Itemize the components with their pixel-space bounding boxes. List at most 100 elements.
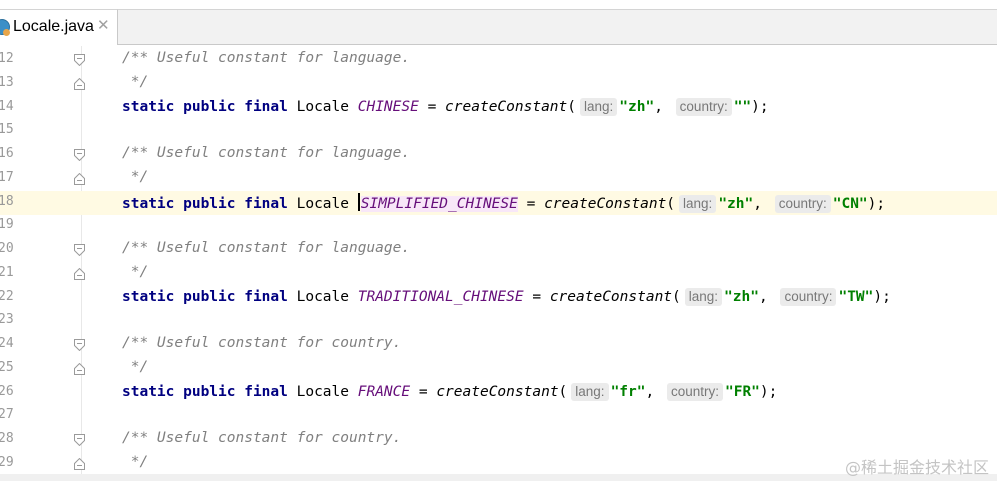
line-number: 25 <box>0 359 14 375</box>
string-literal-lang: "zh" <box>724 288 759 305</box>
code-line[interactable]: 18 static public final Locale SIMPLIFIED_… <box>0 190 997 215</box>
code-line[interactable]: 28 /** Useful constant for country. <box>0 428 997 452</box>
line-number: 17 <box>0 169 14 185</box>
line-number: 21 <box>0 264 14 280</box>
line-number: 28 <box>0 431 14 446</box>
open-paren: ( <box>672 288 681 305</box>
modifiers-keyword: static public final <box>122 98 288 115</box>
constant-name: TRADITIONAL_CHINESE <box>357 288 524 305</box>
string-literal-lang: "zh" <box>619 98 655 115</box>
java-class-icon <box>0 19 10 36</box>
line-number: 18 <box>0 193 14 209</box>
string-literal-lang: "zh" <box>718 195 754 212</box>
tab-strip <box>0 9 997 45</box>
line-number: 23 <box>0 312 14 328</box>
modifiers-keyword: static public final <box>122 195 288 212</box>
param-hint-lang: lang: <box>684 287 723 306</box>
code-line[interactable]: 21 */ <box>0 262 997 286</box>
fold-end-icon[interactable] <box>74 362 85 375</box>
fold-end-icon[interactable] <box>74 457 85 470</box>
line-number: 12 <box>0 51 14 66</box>
code-line[interactable]: 27 <box>0 404 997 428</box>
javadoc-comment-end: */ <box>122 359 148 375</box>
line-number: 27 <box>0 407 14 423</box>
watermark: @稀土掘金技术社区 <box>844 458 989 477</box>
line-number: 15 <box>0 122 14 138</box>
code-line[interactable]: 15 <box>0 119 997 143</box>
param-hint-lang: lang: <box>580 97 618 116</box>
code-line[interactable]: 16 /** Useful constant for language. <box>0 143 997 167</box>
fold-end-icon[interactable] <box>74 267 85 280</box>
code-line[interactable]: 19 <box>0 214 997 238</box>
javadoc-comment-end: */ <box>122 454 148 470</box>
code-line[interactable]: 25 */ <box>0 357 997 381</box>
line-number: 14 <box>0 98 14 114</box>
close-paren-semicolon: ); <box>751 98 769 115</box>
method-call: createConstant <box>549 288 673 305</box>
constant-name: CHINESE <box>357 98 419 115</box>
code-line[interactable]: 24 /** Useful constant for country. <box>0 333 997 357</box>
javadoc-comment: /** Useful constant for country. <box>122 430 401 446</box>
tab-locale-java[interactable]: Locale.java ✕ <box>0 9 118 45</box>
line-number: 16 <box>0 146 14 161</box>
comma: , <box>654 98 663 115</box>
comment-text: */ <box>122 73 149 90</box>
tab-label: Locale.java <box>13 18 94 35</box>
open-paren: ( <box>558 383 568 400</box>
constant-declaration: static public final Locale FRANCE = crea… <box>122 382 778 401</box>
fold-end-icon[interactable] <box>74 172 85 185</box>
method-call: createConstant <box>544 195 667 212</box>
code-line[interactable]: 17 */ <box>0 167 997 191</box>
line-number: 26 <box>0 383 14 399</box>
assign-operator: = <box>418 98 446 115</box>
comment-text: */ <box>122 168 149 185</box>
line-number: 22 <box>0 288 14 304</box>
code-line[interactable]: 13 */ <box>0 72 997 96</box>
comment-text: /** Useful constant for country. <box>122 335 402 351</box>
fold-start-icon[interactable] <box>74 244 85 256</box>
line-number: 13 <box>0 74 14 90</box>
fold-start-icon[interactable] <box>74 339 85 351</box>
constant-name: FRANCE <box>357 383 411 400</box>
constant-declaration: static public final Locale SIMPLIFIED_CH… <box>122 192 886 213</box>
fold-start-icon[interactable] <box>74 149 85 161</box>
string-literal-country: "FR" <box>724 383 760 400</box>
code-line[interactable]: 22 static public final Locale TRADITIONAL… <box>0 286 997 310</box>
code-line[interactable]: 14 static public final Locale CHINESE = c… <box>0 96 997 120</box>
javadoc-comment: /** Useful constant for language. <box>122 145 410 161</box>
close-icon[interactable]: ✕ <box>97 16 110 34</box>
close-paren-semicolon: ); <box>759 383 778 400</box>
comma: , <box>753 195 762 212</box>
param-hint-lang: lang: <box>679 194 717 213</box>
constant-declaration: static public final Locale CHINESE = cre… <box>122 97 769 116</box>
assign-operator: = <box>410 383 437 400</box>
code-line[interactable]: 20 /** Useful constant for language. <box>0 238 997 262</box>
code-editor[interactable]: 12 /** Useful constant for language. 13 */… <box>0 46 997 481</box>
param-hint-country: country: <box>666 382 723 401</box>
javadoc-comment: /** Useful constant for country. <box>122 335 401 351</box>
string-literal-country: "CN" <box>832 195 868 212</box>
comma: , <box>758 288 768 305</box>
comment-text: */ <box>122 453 149 470</box>
line-number: 20 <box>0 241 14 256</box>
method-call: createConstant <box>445 98 568 115</box>
comma: , <box>645 383 655 400</box>
comment-text: /** Useful constant for language. <box>122 50 411 66</box>
open-paren: ( <box>567 98 576 115</box>
param-hint-country: country: <box>774 194 831 213</box>
line-number: 29 <box>0 454 14 470</box>
type-name: Locale <box>296 98 349 115</box>
fold-start-icon[interactable] <box>74 434 85 446</box>
javadoc-comment: /** Useful constant for language. <box>122 50 410 66</box>
fold-end-icon[interactable] <box>74 77 85 90</box>
assign-operator: = <box>517 195 545 212</box>
close-paren-semicolon: ); <box>867 195 886 212</box>
javadoc-comment-end: */ <box>122 264 148 280</box>
javadoc-comment-end: */ <box>122 169 148 185</box>
string-literal-country: "TW" <box>838 288 874 305</box>
code-line[interactable]: 23 <box>0 309 997 333</box>
fold-start-icon[interactable] <box>74 54 85 66</box>
code-line[interactable]: 26 static public final Locale FRANCE = cr… <box>0 381 997 405</box>
constant-declaration: static public final Locale TRADITIONAL_C… <box>122 287 891 306</box>
code-line[interactable]: 12 /** Useful constant for language. <box>0 48 997 72</box>
